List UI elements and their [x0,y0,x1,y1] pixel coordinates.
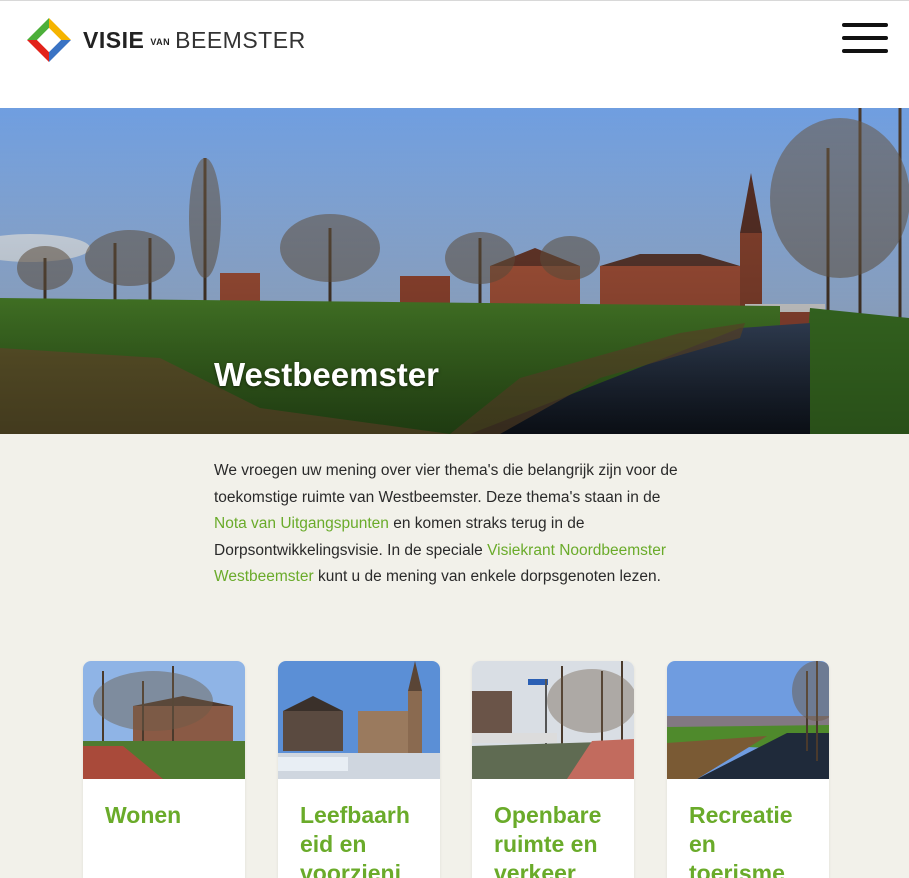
site-header: VISIE VAN BEEMSTER [0,0,909,108]
menu-icon[interactable] [842,23,888,53]
card-photo [667,661,829,779]
brand-main: VISIE [83,26,145,53]
card-photo [472,661,634,779]
card-title: Openbare ruimte en verkeer [494,802,602,878]
hero-landscape-photo [0,108,909,434]
card-photo [83,661,245,779]
logo-mark-icon [27,18,71,62]
brand-small: VAN [150,37,171,47]
card-title: Leefbaarh eid en voorzieni [300,802,410,878]
page-title: Westbeemster [214,356,439,393]
nota-link[interactable]: Nota van Uitgangspunten [214,515,389,532]
theme-card-leefbaarheid[interactable]: Leefbaarh eid en voorzieni [278,661,440,878]
card-title: Recreatie en toerisme [689,802,793,878]
brand-end: BEEMSTER [175,26,306,53]
brand-name: VISIE VAN BEEMSTER [83,27,306,54]
intro-paragraph: We vroegen uw mening over vier thema's d… [214,458,694,591]
theme-card-recreatie[interactable]: Recreatie en toerisme [667,661,829,878]
site-logo[interactable]: VISIE VAN BEEMSTER [25,16,306,64]
intro-text-1: We vroegen uw mening over vier thema's d… [214,462,678,506]
hero-banner: Westbeemster [0,108,909,434]
theme-card-openbare-ruimte[interactable]: Openbare ruimte en verkeer [472,661,634,878]
card-title: Wonen [105,802,182,828]
theme-card-wonen[interactable]: Wonen [83,661,245,878]
intro-text-3: kunt u de mening van enkele dorpsgenoten… [313,568,661,585]
card-photo [278,661,440,779]
